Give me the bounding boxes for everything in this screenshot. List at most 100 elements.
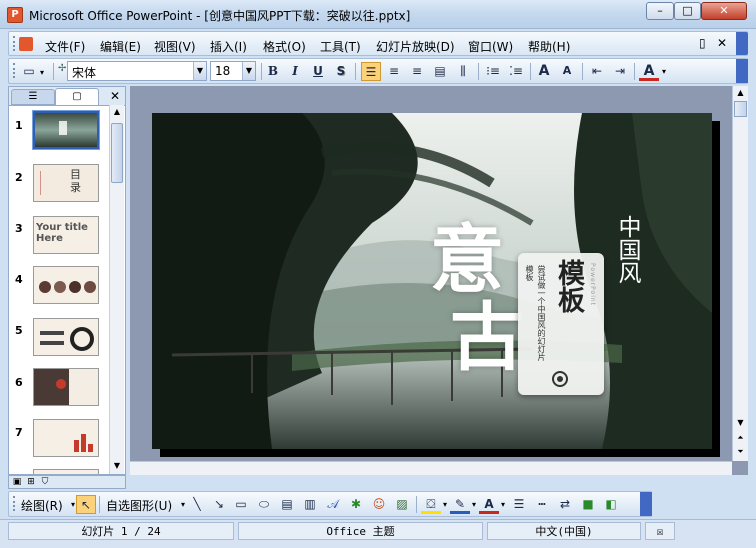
scrollbar-thumb[interactable] [111, 123, 123, 183]
spelling-check-icon[interactable]: ☒ [645, 522, 675, 540]
slide-title-card[interactable]: 模板 尝试做一个中国风的幻灯片模板 PowerPoint [518, 253, 604, 395]
slide-thumbnail-8[interactable] [33, 469, 99, 474]
chevron-down-icon[interactable]: ▾ [662, 67, 666, 76]
fill-color-icon[interactable]: ⛋ [421, 495, 441, 514]
menu-view[interactable]: 视图(V) [154, 38, 196, 55]
wordart-icon[interactable]: 𝒜 [323, 495, 343, 514]
font-size-combo[interactable]: 18 ▼ [210, 61, 256, 81]
decrease-indent-icon[interactable]: ⇤ [587, 62, 607, 81]
shadow-style-icon[interactable]: ■ [578, 495, 598, 514]
bold-button[interactable]: B [263, 62, 283, 81]
chevron-down-icon[interactable]: ▾ [443, 500, 447, 509]
increase-font-size-icon[interactable]: A [534, 62, 554, 81]
maximize-button[interactable]: □ [674, 2, 701, 20]
clip-art-icon[interactable]: ☺ [369, 495, 389, 514]
slide-thumbnail-3[interactable]: Your title Here [33, 216, 99, 254]
line-style-icon[interactable]: ☰ [509, 495, 529, 514]
new-document-icon[interactable]: ▭ [19, 62, 39, 81]
chevron-down-icon[interactable]: ▾ [181, 500, 185, 509]
text-box-icon[interactable]: ▤ [277, 495, 297, 514]
oval-tool-icon[interactable]: ⬭ [254, 495, 274, 514]
minimize-button[interactable]: – [646, 2, 674, 20]
next-slide-icon[interactable]: ⏷ [733, 446, 748, 460]
font-color-button[interactable]: A [639, 62, 659, 81]
autoshapes-menu-button[interactable]: 自选图形(U) [106, 497, 172, 514]
arrow-style-icon[interactable]: ⇄ [555, 495, 575, 514]
diagram-icon[interactable]: ✱ [346, 495, 366, 514]
scroll-up-icon[interactable]: ▲ [110, 105, 124, 119]
3d-style-icon[interactable]: ◧ [601, 495, 621, 514]
increase-indent-icon[interactable]: ⇥ [610, 62, 630, 81]
toolbar-grip-handle[interactable] [13, 63, 16, 78]
chevron-down-icon[interactable]: ▼ [193, 62, 206, 80]
menu-grip-handle[interactable] [13, 36, 16, 51]
tab-outline[interactable]: ☰ [11, 89, 55, 105]
menu-toolbar-options[interactable] [736, 32, 748, 55]
menu-tools[interactable]: 工具(T) [320, 38, 361, 55]
restore-doc-button[interactable]: ▯ [699, 36, 706, 50]
line-color-icon[interactable]: ✎ [450, 495, 470, 514]
font-color-button[interactable]: A [479, 495, 499, 514]
close-doc-button[interactable]: ✕ [717, 36, 727, 50]
italic-button[interactable]: I [285, 62, 305, 81]
menu-insert[interactable]: 插入(I) [210, 38, 247, 55]
slide-thumbnail-5[interactable] [33, 318, 99, 356]
toolbar-options[interactable] [640, 492, 652, 516]
tab-slides[interactable]: ▢ [55, 88, 99, 105]
menu-file[interactable]: 文件(F) [45, 38, 85, 55]
select-objects-icon[interactable]: ↖ [76, 495, 96, 514]
underline-button[interactable]: U [308, 62, 328, 81]
slide-thumbnail-2[interactable]: 目录 [33, 164, 99, 202]
normal-view-icon[interactable]: ▣ [11, 476, 23, 488]
menu-window[interactable]: 窗口(W) [468, 38, 513, 55]
chevron-down-icon[interactable]: ▾ [71, 500, 75, 509]
font-name-combo[interactable]: 宋体 ▼ [67, 61, 207, 81]
vertical-scrollbar[interactable]: ▲ ▼ ⏶ ⏷ [732, 86, 748, 461]
align-left-icon[interactable]: ☰ [361, 62, 381, 81]
slideshow-view-icon[interactable]: ⛉ [39, 476, 51, 488]
insert-picture-icon[interactable]: ▨ [392, 495, 412, 514]
decrease-font-size-icon[interactable]: A [557, 62, 577, 81]
slide-sorter-view-icon[interactable]: ⊞ [25, 476, 37, 488]
chevron-down-icon[interactable]: ▾ [501, 500, 505, 509]
powerpoint-app-icon[interactable]: P [7, 7, 23, 23]
menu-format[interactable]: 格式(O) [263, 38, 306, 55]
menu-edit[interactable]: 编辑(E) [100, 38, 141, 55]
menu-help[interactable]: 帮助(H) [528, 38, 570, 55]
text-shadow-button[interactable]: S [331, 62, 351, 81]
slide-thumbnail-7[interactable] [33, 419, 99, 457]
bulleted-list-icon[interactable]: ⁚≡ [506, 62, 526, 81]
slide-thumbnail-6[interactable] [33, 368, 99, 406]
close-pane-icon[interactable]: ✕ [107, 89, 123, 104]
line-tool-icon[interactable]: ╲ [187, 495, 207, 514]
toolbar-options[interactable] [736, 59, 748, 83]
chevron-down-icon[interactable]: ▾ [40, 68, 44, 77]
current-slide[interactable]: 意 古 模板 尝试做一个中国风的幻灯片模板 PowerPoint 中国风 [152, 113, 712, 449]
arrow-tool-icon[interactable]: ↘ [209, 495, 229, 514]
slide-thumbnail-1[interactable] [32, 110, 100, 150]
distributed-align-icon[interactable]: ⫼ [453, 62, 473, 81]
scrollbar-thumb[interactable] [734, 101, 747, 117]
dash-style-icon[interactable]: ┅ [532, 495, 552, 514]
scroll-down-icon[interactable]: ▼ [110, 459, 124, 473]
horizontal-scrollbar[interactable] [130, 461, 732, 475]
menu-slideshow[interactable]: 幻灯片放映(D) [376, 38, 455, 55]
vertical-text-box-icon[interactable]: ▥ [300, 495, 320, 514]
previous-slide-icon[interactable]: ⏶ [733, 432, 748, 446]
scroll-down-icon[interactable]: ▼ [733, 416, 748, 430]
slides-pane-scrollbar[interactable]: ▲ ▼ [109, 105, 124, 474]
document-icon[interactable] [19, 37, 33, 51]
slide-thumbnail-4[interactable] [33, 266, 99, 304]
align-right-icon[interactable]: ≡ [407, 62, 427, 81]
chevron-down-icon[interactable]: ▼ [242, 62, 255, 80]
align-center-icon[interactable]: ≡ [384, 62, 404, 81]
draw-menu-button[interactable]: 绘图(R) [21, 497, 63, 514]
thumbnail-bar [40, 331, 64, 335]
toolbar-grip-handle[interactable] [13, 496, 16, 511]
chevron-down-icon[interactable]: ▾ [472, 500, 476, 509]
numbered-list-icon[interactable]: ⁝≡ [483, 62, 503, 81]
justify-icon[interactable]: ▤ [430, 62, 450, 81]
rectangle-tool-icon[interactable]: ▭ [231, 495, 251, 514]
scroll-up-icon[interactable]: ▲ [733, 86, 748, 100]
close-window-button[interactable]: ✕ [701, 2, 747, 20]
